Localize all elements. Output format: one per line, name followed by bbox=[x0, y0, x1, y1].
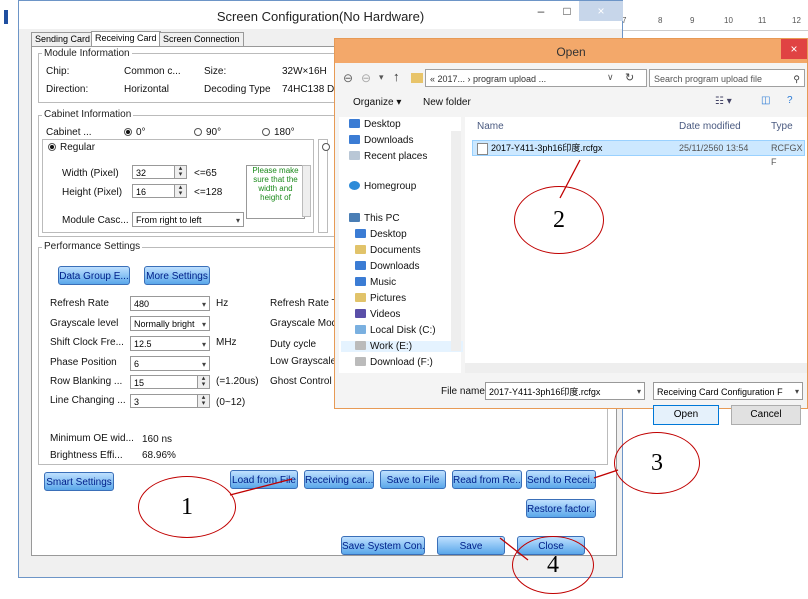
annotation-arrows bbox=[229, 159, 619, 561]
annotation-circle-2: 2 bbox=[514, 186, 604, 254]
annotation-circle-4: 4 bbox=[512, 536, 594, 594]
annotation-circle-3: 3 bbox=[614, 432, 700, 494]
annotation-circle-1: 1 bbox=[138, 476, 236, 538]
